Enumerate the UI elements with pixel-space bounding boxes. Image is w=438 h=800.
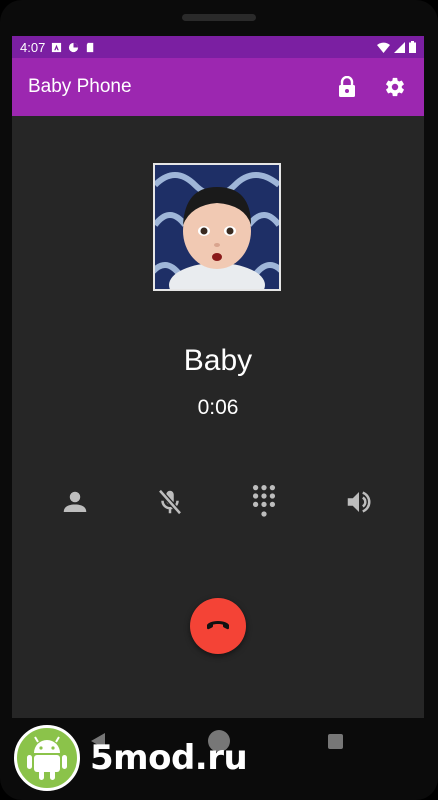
call-duration: 0:06 <box>197 396 239 419</box>
phone-frame: 4:07 Baby Phone Baby 0:06 5mod.ru <box>0 0 438 800</box>
settings-button[interactable] <box>382 74 408 100</box>
dialpad-icon <box>252 484 276 517</box>
speaker-button[interactable] <box>337 480 381 524</box>
caller-photo <box>153 163 281 291</box>
app-bar: Baby Phone <box>12 58 424 116</box>
contact-icon <box>63 491 87 512</box>
app-title: Baby Phone <box>28 76 132 97</box>
signal-icon <box>394 41 405 53</box>
end-call-button[interactable] <box>190 598 246 654</box>
app-notification-icon <box>69 42 79 52</box>
recents-icon[interactable] <box>328 734 343 749</box>
caller-name: Baby <box>183 344 253 377</box>
contact-button[interactable] <box>53 480 97 524</box>
wifi-icon <box>377 42 390 53</box>
android-robot-icon <box>14 725 80 791</box>
settings-icon <box>386 77 404 97</box>
a-notification-icon <box>52 42 62 52</box>
status-bar: 4:07 <box>12 36 424 58</box>
earpiece-speaker <box>182 14 256 21</box>
call-end-icon <box>207 621 229 630</box>
speaker-icon <box>347 491 371 513</box>
call-controls <box>12 480 424 524</box>
lock-button[interactable] <box>334 74 360 100</box>
lock-icon <box>339 76 355 97</box>
dialpad-button[interactable] <box>242 480 286 524</box>
sd-card-icon <box>87 42 94 52</box>
screen: 4:07 Baby Phone Baby 0:06 <box>12 36 424 718</box>
battery-icon <box>409 41 416 53</box>
watermark-text: 5mod.ru <box>90 738 248 778</box>
watermark: 5mod.ru <box>14 724 248 792</box>
mute-button[interactable] <box>148 480 192 524</box>
mic-off-icon <box>158 489 182 515</box>
status-time: 4:07 <box>20 39 46 55</box>
baby-portrait-image <box>155 165 279 289</box>
